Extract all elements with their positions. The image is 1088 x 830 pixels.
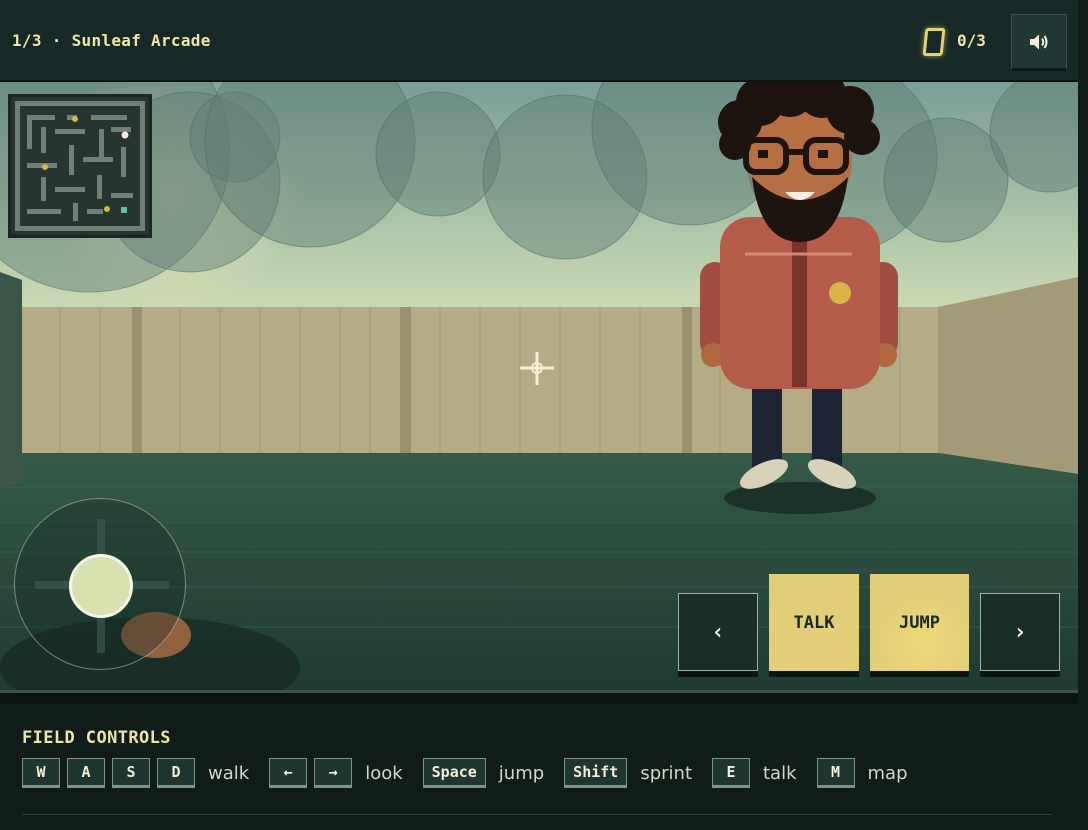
panel-bottom-rule [22, 814, 1052, 815]
key-a: A [67, 758, 105, 788]
minimap-grid [15, 101, 145, 231]
key-legend: W A S D walk ← → look Space jump Shift s… [22, 758, 928, 788]
key-left-arrow: ← [269, 758, 308, 788]
key-d: D [157, 758, 195, 788]
sound-toggle-button[interactable] [1011, 14, 1067, 71]
controls-panel: FIELD CONTROLS W A S D walk ← → look Spa… [0, 704, 1078, 830]
virtual-joystick[interactable] [14, 498, 186, 670]
look-label: look [365, 762, 403, 784]
key-s: S [112, 758, 150, 788]
game-frame: 1/3 · Sunleaf Arcade 0/3 ‹ TALK JUMP › F… [0, 0, 1078, 830]
card-icon [922, 28, 946, 56]
minimap-coin [104, 206, 110, 212]
jump-label: jump [498, 762, 545, 784]
walk-label: walk [208, 762, 250, 784]
speaker-icon [1030, 34, 1048, 49]
level-title: 1/3 · Sunleaf Arcade [12, 31, 211, 50]
joystick-knob[interactable] [69, 554, 133, 618]
key-w: W [22, 758, 60, 788]
key-e: E [712, 758, 750, 788]
map-label: map [867, 762, 908, 784]
controls-title: FIELD CONTROLS [22, 728, 171, 748]
jump-button[interactable]: JUMP [870, 574, 969, 671]
panel-divider [0, 690, 1078, 704]
key-m: M [816, 758, 855, 788]
minimap[interactable] [8, 94, 152, 238]
minimap-coin [72, 116, 78, 122]
prev-button[interactable]: ‹ [678, 593, 758, 671]
key-space: Space [422, 758, 486, 788]
key-shift: Shift [564, 758, 628, 788]
top-bar: 1/3 · Sunleaf Arcade 0/3 [0, 0, 1078, 82]
minimap-player [121, 131, 129, 139]
sprint-label: sprint [640, 762, 692, 784]
talk-button[interactable]: TALK [769, 574, 859, 671]
talk-label: talk [763, 762, 797, 784]
minimap-npc [121, 207, 127, 213]
cards-counter: 0/3 [957, 31, 986, 50]
minimap-coin [42, 164, 48, 170]
key-right-arrow: → [314, 758, 353, 788]
next-button[interactable]: › [980, 593, 1060, 671]
